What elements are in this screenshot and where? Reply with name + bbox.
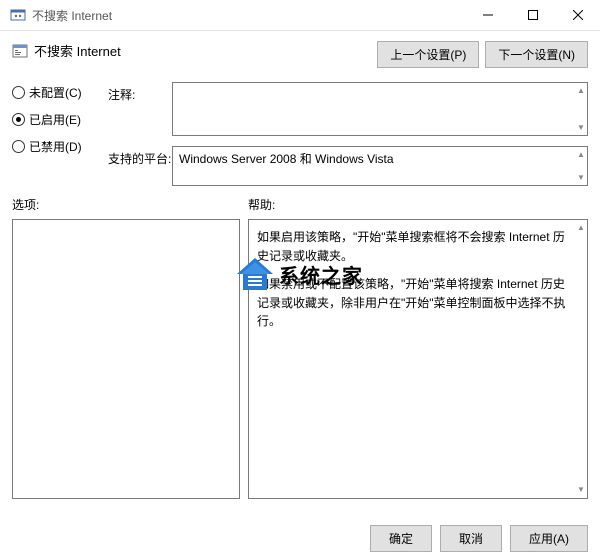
radio-indicator — [12, 140, 25, 153]
help-paragraph: 如果禁用或不配置该策略，"开始"菜单将搜索 Internet 历史记录或收藏夹，… — [257, 275, 571, 331]
cancel-button[interactable]: 取消 — [440, 525, 502, 552]
policy-icon — [12, 43, 28, 59]
platforms-value: Windows Server 2008 和 Windows Vista — [179, 152, 394, 166]
help-panel[interactable]: 如果启用该策略，"开始"菜单搜索框将不会搜索 Internet 历史记录或收藏夹… — [248, 219, 588, 499]
dialog-buttons: 确定 取消 应用(A) — [370, 525, 588, 552]
scroll-up-icon: ▲ — [577, 149, 585, 160]
close-button[interactable] — [555, 0, 600, 30]
config-area: 未配置(C) 已启用(E) 已禁用(D) 注释: ▲ ▼ 支持的平台: Wind… — [12, 82, 588, 186]
radio-indicator — [12, 113, 25, 126]
help-label: 帮助: — [248, 196, 275, 213]
scroll-up-icon: ▲ — [577, 222, 585, 234]
scroll-up-icon: ▲ — [577, 85, 585, 96]
info-column: 注释: ▲ ▼ 支持的平台: Windows Server 2008 和 Win… — [108, 82, 588, 186]
panels: 如果启用该策略，"开始"菜单搜索框将不会搜索 Internet 历史记录或收藏夹… — [12, 219, 588, 499]
prev-setting-button[interactable]: 上一个设置(P) — [377, 41, 479, 68]
platforms-field: Windows Server 2008 和 Windows Vista ▲ ▼ — [172, 146, 588, 186]
window-title: 不搜索 Internet — [32, 7, 465, 24]
radio-indicator — [12, 86, 25, 99]
nav-buttons: 上一个设置(P) 下一个设置(N) — [377, 41, 588, 68]
radio-label: 已启用(E) — [29, 111, 81, 128]
comment-field[interactable]: ▲ ▼ — [172, 82, 588, 136]
ok-button[interactable]: 确定 — [370, 525, 432, 552]
state-radio-group: 未配置(C) 已启用(E) 已禁用(D) — [12, 82, 98, 155]
radio-enabled[interactable]: 已启用(E) — [12, 111, 98, 128]
apply-button[interactable]: 应用(A) — [510, 525, 588, 552]
platforms-label: 支持的平台: — [108, 146, 172, 167]
help-paragraph: 如果启用该策略，"开始"菜单搜索框将不会搜索 Internet 历史记录或收藏夹… — [257, 228, 571, 265]
radio-label: 未配置(C) — [29, 84, 82, 101]
scroll-down-icon: ▼ — [577, 172, 585, 183]
window-titlebar: 不搜索 Internet — [0, 0, 600, 31]
section-labels: 选项: 帮助: — [12, 196, 588, 213]
radio-label: 已禁用(D) — [29, 138, 82, 155]
next-setting-button[interactable]: 下一个设置(N) — [485, 41, 588, 68]
app-icon — [10, 7, 26, 23]
scroll-down-icon: ▼ — [577, 122, 585, 133]
comment-label: 注释: — [108, 82, 172, 103]
options-panel[interactable] — [12, 219, 240, 499]
scroll-down-icon: ▼ — [577, 484, 585, 496]
content-area: 不搜索 Internet 上一个设置(P) 下一个设置(N) 未配置(C) 已启… — [0, 31, 600, 499]
maximize-button[interactable] — [510, 0, 555, 30]
radio-not-configured[interactable]: 未配置(C) — [12, 84, 98, 101]
header-left: 不搜索 Internet — [12, 41, 121, 60]
minimize-button[interactable] — [465, 0, 510, 30]
window-controls — [465, 0, 600, 30]
page-title: 不搜索 Internet — [34, 41, 121, 60]
options-label: 选项: — [12, 196, 248, 213]
radio-disabled[interactable]: 已禁用(D) — [12, 138, 98, 155]
header-row: 不搜索 Internet 上一个设置(P) 下一个设置(N) — [12, 41, 588, 68]
